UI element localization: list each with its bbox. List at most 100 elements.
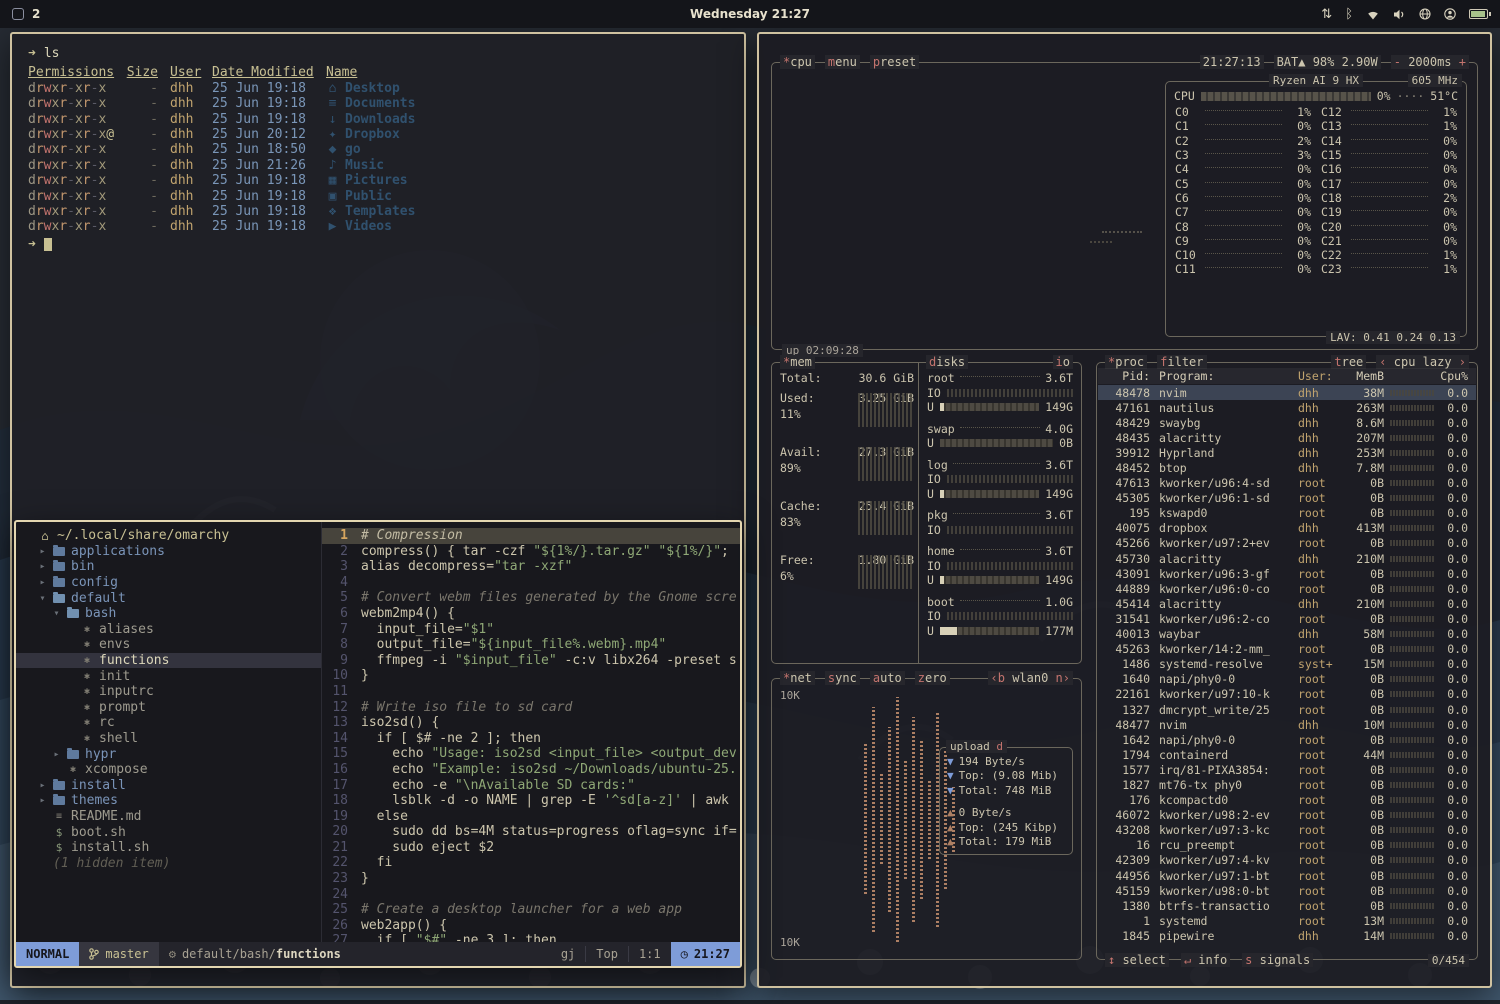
- process-row[interactable]: 176kcompactd0root0B0.0: [1098, 793, 1476, 808]
- neovim-window[interactable]: ⌂~/.local/share/omarchy▸applications▸bin…: [14, 520, 742, 968]
- file-icon: ✱: [81, 717, 93, 728]
- process-row[interactable]: 48478nvimdhh38M0.0: [1098, 385, 1476, 400]
- net-tab-zero[interactable]: zero: [915, 671, 950, 685]
- core-meter: C190%: [1316, 205, 1462, 219]
- user-icon[interactable]: [1444, 8, 1456, 20]
- updates-icon[interactable]: ⇅: [1321, 8, 1332, 21]
- tree-item-hypr[interactable]: ▸hypr: [16, 746, 321, 762]
- process-row[interactable]: 44889kworker/u96:0-coroot0B0.0: [1098, 581, 1476, 596]
- tree-item-config[interactable]: ▸config: [16, 575, 321, 591]
- tree-item-shell[interactable]: ✱shell: [16, 731, 321, 747]
- tree-item-functions[interactable]: ✱functions: [16, 653, 321, 669]
- proc-header[interactable]: Pid: Program: User: MemB Cpu%: [1098, 368, 1476, 384]
- process-row[interactable]: 31541kworker/u96:2-coroot0B0.0: [1098, 611, 1476, 626]
- process-row[interactable]: 47613kworker/u96:4-sdroot0B0.0: [1098, 476, 1476, 491]
- battery-icon[interactable]: [1469, 9, 1488, 19]
- tree-item-init[interactable]: ✱init: [16, 668, 321, 684]
- net-tab-auto[interactable]: auto: [870, 671, 905, 685]
- tree-item-themes[interactable]: ▸themes: [16, 793, 321, 809]
- btop-window[interactable]: *cpu menu preset 21:27:13 BAT▲ 98% 2.90W…: [757, 32, 1492, 988]
- tree-item-prompt[interactable]: ✱prompt: [16, 700, 321, 716]
- code-line: 26web2app() {: [322, 918, 740, 934]
- update-interval[interactable]: - 2000ms +: [1391, 55, 1469, 69]
- tree-item-xcompose[interactable]: ✱xcompose: [16, 762, 321, 778]
- filter-button[interactable]: filter: [1157, 355, 1206, 369]
- net-tab-sync[interactable]: sync: [825, 671, 860, 685]
- process-row[interactable]: 1794containerdroot44M0.0: [1098, 747, 1476, 762]
- sort-selector[interactable]: ‹ cpu lazy ›: [1376, 355, 1469, 369]
- editor-buffer[interactable]: 1# Compression2compress() { tar -czf "${…: [322, 522, 740, 942]
- process-row[interactable]: 40013waybardhh58M0.0: [1098, 627, 1476, 642]
- net-interface[interactable]: ‹b wlan0 n›: [988, 671, 1074, 685]
- tree-item-1hiddenitem[interactable]: (1 hidden item): [16, 855, 321, 871]
- tree-item-install.sh[interactable]: $install.sh: [16, 840, 321, 856]
- process-row[interactable]: 1642napi/phy0-0root0B0.0: [1098, 732, 1476, 747]
- process-row[interactable]: 43208kworker/u97:3-kcroot0B0.0: [1098, 823, 1476, 838]
- volume-icon[interactable]: [1393, 9, 1406, 20]
- process-row[interactable]: 39912Hyprlanddhh253M0.0: [1098, 445, 1476, 460]
- tree-item-rc[interactable]: ✱rc: [16, 715, 321, 731]
- process-row[interactable]: 1486systemd-resolvesyst+15M0.0: [1098, 657, 1476, 672]
- tree-item-README.md[interactable]: ≡README.md: [16, 809, 321, 825]
- menu-button[interactable]: menu: [825, 55, 860, 69]
- core-meter: C100%: [1170, 248, 1316, 262]
- process-row[interactable]: 43091kworker/u96:3-gfroot0B0.0: [1098, 566, 1476, 581]
- process-row[interactable]: 1577irq/81-PIXA3854:root0B0.0: [1098, 762, 1476, 777]
- tree-item-.localshareomarchy[interactable]: ⌂~/.local/share/omarchy: [16, 528, 321, 544]
- tree-item-envs[interactable]: ✱envs: [16, 637, 321, 653]
- tree-item-bash[interactable]: ▾bash: [16, 606, 321, 622]
- workspace-number[interactable]: 2: [32, 7, 40, 21]
- process-row[interactable]: 45263kworker/14:2-mm_root0B0.0: [1098, 642, 1476, 657]
- tree-item-bin[interactable]: ▸bin: [16, 559, 321, 575]
- process-row[interactable]: 1systemdroot13M0.0: [1098, 913, 1476, 928]
- disk-entry: home3.6TIOU149G: [927, 544, 1073, 588]
- process-row[interactable]: 1640napi/phy0-0root0B0.0: [1098, 672, 1476, 687]
- process-row[interactable]: 1380btrfs-transactioroot0B0.0: [1098, 898, 1476, 913]
- process-row[interactable]: 16rcu_preemptroot0B0.0: [1098, 838, 1476, 853]
- process-row[interactable]: 40075dropboxdhh413M0.0: [1098, 521, 1476, 536]
- tree-item-applications[interactable]: ▸applications: [16, 544, 321, 560]
- globe-icon[interactable]: [1419, 8, 1431, 20]
- tree-item-boot.sh[interactable]: $boot.sh: [16, 824, 321, 840]
- net-sub-title: upload d: [946, 740, 1007, 753]
- tree-item-install[interactable]: ▸install: [16, 778, 321, 794]
- tree-item-default[interactable]: ▾default: [16, 590, 321, 606]
- bluetooth-icon[interactable]: ᛒ: [1345, 8, 1353, 21]
- process-row[interactable]: 45414alacrittydhh210M0.0: [1098, 596, 1476, 611]
- process-row[interactable]: 48435alacrittydhh207M0.0: [1098, 430, 1476, 445]
- file-row: drwxr-xr-x-dhh25 Jun 21:26♪Music: [28, 158, 728, 173]
- process-row[interactable]: 44956kworker/u97:1-btroot0B0.0: [1098, 868, 1476, 883]
- workspace-icon[interactable]: [12, 8, 24, 20]
- preset-button[interactable]: preset: [870, 55, 919, 69]
- process-row[interactable]: 45730alacrittydhh210M0.0: [1098, 551, 1476, 566]
- prompt-line-2[interactable]: ➜: [28, 237, 728, 252]
- process-row[interactable]: 48429swaybgdhh8.6M0.0: [1098, 415, 1476, 430]
- process-row[interactable]: 42309kworker/u97:4-kvroot0B0.0: [1098, 853, 1476, 868]
- process-row[interactable]: 47161nautilusdhh263M0.0: [1098, 400, 1476, 415]
- process-row[interactable]: 195kswapd0root0B0.0: [1098, 506, 1476, 521]
- tree-toggle[interactable]: tree: [1331, 355, 1366, 369]
- process-row[interactable]: 48452btopdhh7.8M0.0: [1098, 460, 1476, 475]
- proc-footer-signals[interactable]: s signals: [1242, 953, 1313, 967]
- process-row[interactable]: 46072kworker/u98:2-evroot0B0.0: [1098, 808, 1476, 823]
- process-row[interactable]: 22161kworker/u97:10-kroot0B0.0: [1098, 687, 1476, 702]
- core-meter: C121%: [1316, 105, 1462, 119]
- proc-footer-info[interactable]: ↵ info: [1181, 953, 1230, 967]
- proc-footer-select[interactable]: ↕ select: [1105, 953, 1169, 967]
- wifi-icon[interactable]: [1366, 9, 1380, 20]
- process-row[interactable]: 45159kworker/u98:0-btroot0B0.0: [1098, 883, 1476, 898]
- process-row[interactable]: 1845pipewiredhh14M0.0: [1098, 928, 1476, 943]
- process-row[interactable]: 1827mt76-tx phy0root0B0.0: [1098, 777, 1476, 792]
- tree-item-inputrc[interactable]: ✱inputrc: [16, 684, 321, 700]
- tree-item-aliases[interactable]: ✱aliases: [16, 622, 321, 638]
- process-row[interactable]: 45266kworker/u97:2+evroot0B0.0: [1098, 536, 1476, 551]
- file-row: drwxr-xr-x-dhh25 Jun 19:18↓Downloads: [28, 112, 728, 127]
- process-cpu-graph: [1390, 797, 1434, 803]
- process-row[interactable]: 1327dmcrypt_write/25root0B0.0: [1098, 702, 1476, 717]
- core-meter: C210%: [1316, 234, 1462, 248]
- process-row[interactable]: 45305kworker/u96:1-sdroot0B0.0: [1098, 491, 1476, 506]
- file-tree[interactable]: ⌂~/.local/share/omarchy▸applications▸bin…: [16, 522, 322, 942]
- process-list[interactable]: 48478nvimdhh38M0.047161nautilusdhh263M0.…: [1098, 385, 1476, 949]
- process-row[interactable]: 48477nvimdhh10M0.0: [1098, 717, 1476, 732]
- code-line: 13iso2sd() {: [322, 715, 740, 731]
